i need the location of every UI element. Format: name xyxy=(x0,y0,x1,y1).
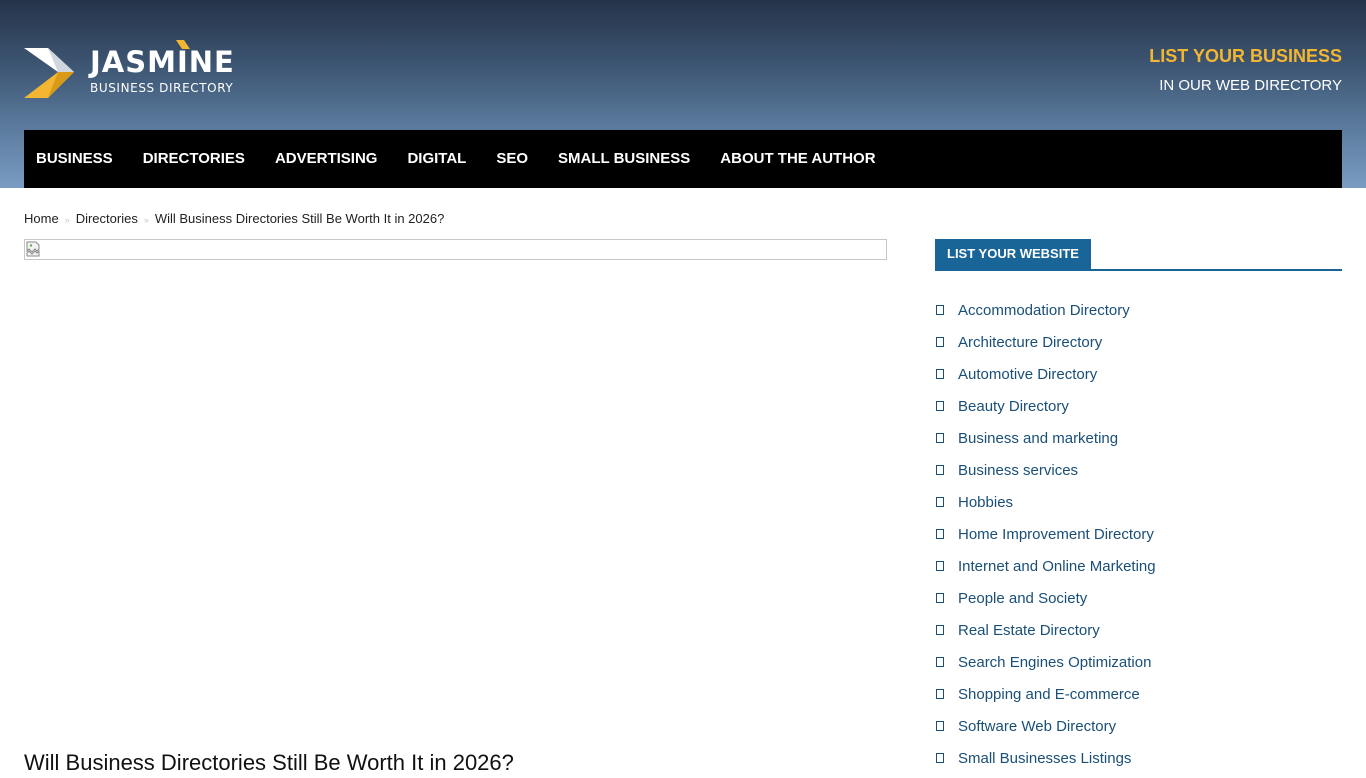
directory-link[interactable]: Hobbies xyxy=(958,494,1013,511)
directory-link[interactable]: Architecture Directory xyxy=(958,334,1102,351)
square-bullet-icon xyxy=(936,305,944,315)
list-item: Hobbies xyxy=(935,486,1342,518)
list-item: Business services xyxy=(935,454,1342,486)
nav-item-directories[interactable]: DIRECTORIES xyxy=(131,130,257,188)
nav-item-about-the-author[interactable]: ABOUT THE AUTHOR xyxy=(708,130,887,188)
directory-link[interactable]: Search Engines Optimization xyxy=(958,654,1151,671)
cta-main-text: LIST YOUR BUSINESS xyxy=(1149,46,1342,66)
nav-item-small-business[interactable]: SMALL BUSINESS xyxy=(546,130,702,188)
directory-link[interactable]: Shopping and E-commerce xyxy=(958,686,1140,703)
list-item: Internet and Online Marketing xyxy=(935,550,1342,582)
square-bullet-icon xyxy=(936,433,944,443)
list-item: Business and marketing xyxy=(935,422,1342,454)
site-logo[interactable]: JASMINE BUSINESS DIRECTORY xyxy=(24,40,254,100)
widget-header: LIST YOUR WEBSITE xyxy=(935,239,1342,271)
directory-link[interactable]: Accommodation Directory xyxy=(958,302,1130,319)
square-bullet-icon xyxy=(936,561,944,571)
list-item: Accommodation Directory xyxy=(935,294,1342,326)
cta-sub-text: IN OUR WEB DIRECTORY xyxy=(1159,77,1342,94)
list-item: Small Businesses Listings xyxy=(935,742,1342,774)
directory-link[interactable]: Beauty Directory xyxy=(958,398,1069,415)
square-bullet-icon xyxy=(936,497,944,507)
list-item: Shopping and E-commerce xyxy=(935,678,1342,710)
widget-title: LIST YOUR WEBSITE xyxy=(935,239,1091,269)
square-bullet-icon xyxy=(936,689,944,699)
list-item: Real Estate Directory xyxy=(935,614,1342,646)
post-featured-image xyxy=(24,239,887,260)
directory-link[interactable]: Automotive Directory xyxy=(958,366,1097,383)
square-bullet-icon xyxy=(936,529,944,539)
directory-link[interactable]: Home Improvement Directory xyxy=(958,526,1154,543)
breadcrumb-separator: » xyxy=(64,214,70,225)
square-bullet-icon xyxy=(936,593,944,603)
logo-chevron-icon xyxy=(24,48,74,98)
broken-image-icon xyxy=(26,241,40,257)
list-item: Architecture Directory xyxy=(935,326,1342,358)
square-bullet-icon xyxy=(936,465,944,475)
square-bullet-icon xyxy=(936,753,944,763)
main-nav: BUSINESS DIRECTORIES ADVERTISING DIGITAL… xyxy=(24,130,1342,188)
directory-link[interactable]: Internet and Online Marketing xyxy=(958,558,1156,575)
sidebar: LIST YOUR WEBSITE Accommodation Director… xyxy=(935,239,1342,767)
directory-link[interactable]: Business services xyxy=(958,462,1078,479)
square-bullet-icon xyxy=(936,657,944,667)
list-item: Home Improvement Directory xyxy=(935,518,1342,550)
site-header: JASMINE BUSINESS DIRECTORY LIST YOUR BUS… xyxy=(0,0,1366,188)
square-bullet-icon xyxy=(936,369,944,379)
square-bullet-icon xyxy=(936,721,944,731)
directory-link[interactable]: People and Society xyxy=(958,590,1087,607)
nav-item-seo[interactable]: SEO xyxy=(484,130,540,188)
nav-item-business[interactable]: BUSINESS xyxy=(24,130,125,188)
directory-link[interactable]: Business and marketing xyxy=(958,430,1118,447)
logo-name: JASMINE xyxy=(90,45,235,79)
breadcrumb-current: Will Business Directories Still Be Worth… xyxy=(154,211,445,226)
nav-item-digital[interactable]: DIGITAL xyxy=(395,130,478,188)
list-item: Software Web Directory xyxy=(935,710,1342,742)
square-bullet-icon xyxy=(936,401,944,411)
list-your-business-link[interactable]: LIST YOUR BUSINESS IN OUR WEB DIRECTORY xyxy=(1149,44,1342,98)
list-item: Beauty Directory xyxy=(935,390,1342,422)
list-item: People and Society xyxy=(935,582,1342,614)
list-item: Automotive Directory xyxy=(935,358,1342,390)
logo-tagline: BUSINESS DIRECTORY xyxy=(90,81,234,95)
post-title: Will Business Directories Still Be Worth… xyxy=(24,750,514,775)
breadcrumb-home-link[interactable]: Home xyxy=(24,211,59,226)
directory-link[interactable]: Small Businesses Listings xyxy=(958,750,1131,767)
square-bullet-icon xyxy=(936,625,944,635)
breadcrumb-category-link[interactable]: Directories xyxy=(76,211,138,226)
list-item: Search Engines Optimization xyxy=(935,646,1342,678)
logo-accent-icon xyxy=(176,40,190,49)
square-bullet-icon xyxy=(936,337,944,347)
breadcrumb: Home » Directories » Will Business Directori… xyxy=(24,210,444,229)
directory-link[interactable]: Real Estate Directory xyxy=(958,622,1100,639)
nav-item-advertising[interactable]: ADVERTISING xyxy=(263,130,390,188)
breadcrumb-separator: » xyxy=(143,214,149,225)
directory-list: Accommodation Directory Architecture Dir… xyxy=(935,294,1342,774)
directory-link[interactable]: Software Web Directory xyxy=(958,718,1116,735)
